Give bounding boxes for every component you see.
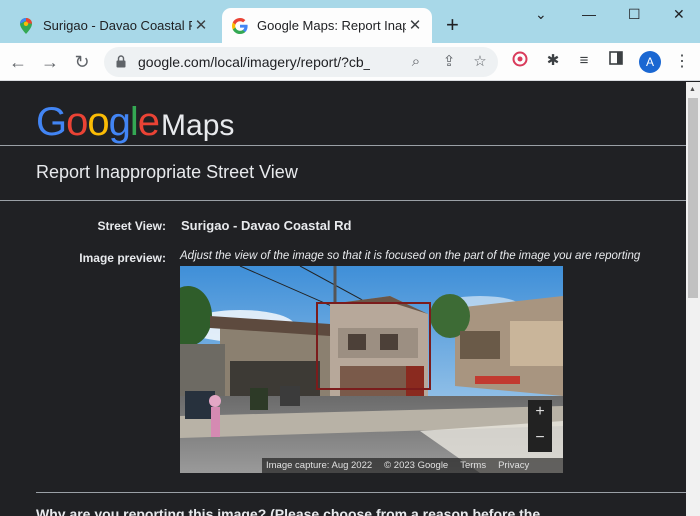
bookmark-star-icon[interactable]: ☆ (471, 53, 489, 71)
close-window-icon[interactable]: ✕ (673, 6, 685, 23)
page-content: GoogleMaps Report Inappropriate Street V… (0, 82, 686, 516)
side-panel-icon[interactable] (606, 51, 626, 71)
street-view-image[interactable] (180, 266, 563, 473)
url-text[interactable]: google.com/local/imagery/report/?cb_cl..… (138, 54, 370, 70)
divider (0, 145, 686, 146)
street-view-label: Street View: (97, 219, 166, 233)
logo-maps-text: Maps (161, 109, 235, 142)
report-reason-question: Why are you reporting this image? (Pleas… (36, 506, 552, 516)
scrollbar-thumb[interactable] (688, 98, 698, 298)
logo-letter: G (36, 100, 67, 144)
close-tab-icon[interactable]: ✕ (192, 17, 210, 35)
preview-instructions: Adjust the view of the image so that it … (180, 250, 641, 262)
logo-letter: o (66, 100, 88, 144)
google-maps-logo: GoogleMaps (36, 100, 234, 145)
privacy-link[interactable]: Privacy (498, 460, 529, 471)
scroll-up-arrow-icon[interactable]: ▲ (689, 86, 696, 93)
page-scrollbar[interactable]: ▲ (686, 82, 700, 516)
address-bar[interactable]: google.com/local/imagery/report/?cb_cl..… (104, 47, 498, 77)
share-icon[interactable]: ⇪ (440, 53, 458, 71)
copyright-text: © 2023 Google (384, 460, 449, 471)
minimize-icon[interactable]: — (582, 6, 596, 22)
tab-title: Surigao - Davao Coastal Rd (43, 18, 192, 33)
reload-icon[interactable]: ↻ (71, 51, 93, 73)
extensions-puzzle-icon[interactable]: ✱ (543, 51, 563, 71)
tab-title: Google Maps: Report Inappr (257, 18, 406, 33)
logo-letter: o (87, 100, 109, 144)
zoom-in-button[interactable]: + (528, 400, 552, 426)
zoom-search-icon[interactable]: ⌕ (407, 53, 425, 71)
logo-letter: g (108, 100, 131, 144)
zoom-out-button[interactable]: − (528, 426, 552, 452)
image-attribution-bar: Image capture: Aug 2022 © 2023 Google Te… (262, 458, 563, 473)
new-tab-button[interactable]: + (446, 14, 459, 36)
logo-letter: l (129, 100, 139, 144)
image-capture-date: Image capture: Aug 2022 (266, 460, 373, 471)
page-title: Report Inappropriate Street View (36, 162, 298, 182)
tab-search-chevron-icon[interactable]: ⌄ (535, 6, 547, 23)
extension-circle-icon[interactable] (510, 51, 530, 71)
tab-surigao[interactable]: Surigao - Davao Coastal Rd ✕ (8, 8, 218, 43)
image-preview-label: Image preview: (79, 251, 166, 265)
street-view-name: Surigao - Davao Coastal Rd (181, 218, 352, 233)
close-tab-icon[interactable]: ✕ (406, 17, 424, 35)
menu-kebab-icon[interactable]: ⋮ (674, 52, 690, 72)
terms-link[interactable]: Terms (460, 460, 486, 471)
zoom-controls: + − (528, 400, 552, 452)
forward-icon[interactable]: → (39, 51, 61, 73)
street-view-preview[interactable]: + − Image capture: Aug 2022 © 2023 Googl… (180, 266, 563, 473)
google-g-icon (232, 17, 248, 34)
maps-pin-icon (18, 17, 34, 34)
back-icon[interactable]: ← (7, 51, 29, 73)
browser-toolbar: ← → ↻ google.com/local/imagery/report/?c… (0, 43, 700, 81)
lock-icon (116, 55, 126, 68)
maximize-icon[interactable]: ☐ (628, 6, 641, 23)
media-playlist-icon[interactable]: ≡ (574, 51, 594, 71)
tab-strip: Surigao - Davao Coastal Rd ✕ Google Maps… (0, 0, 700, 43)
avatar[interactable]: A (639, 51, 661, 73)
logo-letter: e (137, 100, 160, 144)
divider (0, 200, 686, 201)
tab-report[interactable]: Google Maps: Report Inappr ✕ (222, 8, 432, 43)
divider (36, 492, 686, 493)
